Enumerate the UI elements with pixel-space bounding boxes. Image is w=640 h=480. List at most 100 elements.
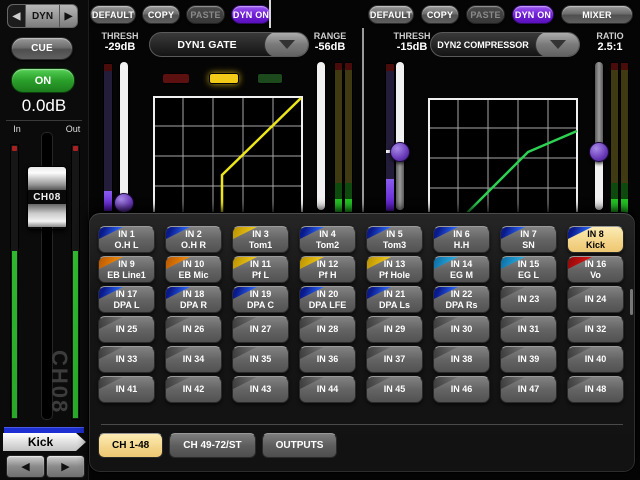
- dyn1-on-button[interactable]: DYN ON: [231, 5, 271, 24]
- dyn2-dropdown-button[interactable]: [535, 32, 580, 57]
- dyn2-threshold-knob[interactable]: [390, 142, 410, 162]
- channel-name: DPA Rs: [445, 300, 477, 311]
- selector-next-icon[interactable]: ▶: [59, 5, 77, 27]
- channel-button-11[interactable]: IN 11Pf L: [232, 256, 289, 283]
- scrollbar[interactable]: [630, 289, 633, 315]
- prev-channel-button[interactable]: ◀: [6, 455, 45, 478]
- channel-button-47[interactable]: IN 47: [500, 376, 557, 403]
- cue-button[interactable]: CUE: [11, 37, 73, 60]
- channel-button-33[interactable]: IN 33: [98, 346, 155, 373]
- channel-grid: IN 1O.H L IN 2O.H R IN 3Tom1 IN 4Tom2 IN 5To…: [98, 226, 624, 403]
- channel-button-2[interactable]: IN 2O.H R: [165, 226, 222, 253]
- dyn1-dropdown-button[interactable]: [264, 32, 309, 57]
- channel-button-28[interactable]: IN 28: [299, 316, 356, 343]
- channel-button-32[interactable]: IN 32: [567, 316, 624, 343]
- dyn2-ratio-readout: RATIO 2.5:1: [586, 31, 634, 53]
- dyn1-threshold-knob[interactable]: [114, 193, 134, 213]
- selector-prev-icon[interactable]: ◀: [8, 5, 26, 27]
- fader-gain-value: 0.0dB: [0, 96, 88, 116]
- channel-fader[interactable]: CH08: [27, 166, 67, 230]
- meter-in-label: In: [7, 124, 27, 134]
- channel-button-22[interactable]: IN 22DPA Rs: [433, 286, 490, 313]
- channel-button-4[interactable]: IN 4Tom2: [299, 226, 356, 253]
- channel-button-6[interactable]: IN 6H.H: [433, 226, 490, 253]
- dyn1-range-slider[interactable]: [317, 62, 325, 210]
- channel-name: O.H L: [115, 240, 139, 251]
- dyn2-paste-button[interactable]: PASTE: [466, 5, 505, 24]
- channel-name-tag[interactable]: Kick: [3, 433, 86, 451]
- channel-button-17[interactable]: IN 17DPA L: [98, 286, 155, 313]
- channel-button-40[interactable]: IN 40: [567, 346, 624, 373]
- channel-button-10[interactable]: IN 10EB Mic: [165, 256, 222, 283]
- channel-name: Vo: [590, 270, 601, 281]
- dyn2-copy-button[interactable]: COPY: [421, 5, 459, 24]
- channel-id: IN 31: [518, 324, 540, 335]
- dyn2-ratio-knob[interactable]: [589, 142, 609, 162]
- channel-button-29[interactable]: IN 29: [366, 316, 423, 343]
- divider: [101, 424, 623, 425]
- channel-button-21[interactable]: IN 21DPA Ls: [366, 286, 423, 313]
- channel-id: IN 17: [116, 289, 138, 300]
- channel-button-30[interactable]: IN 30: [433, 316, 490, 343]
- channel-button-26[interactable]: IN 26: [165, 316, 222, 343]
- dyn2-default-button[interactable]: DEFAULT: [368, 5, 414, 24]
- channel-button-27[interactable]: IN 27: [232, 316, 289, 343]
- tab-ch-49-72-st[interactable]: CH 49-72/ST: [169, 433, 255, 458]
- mixer-button[interactable]: MIXER: [561, 5, 633, 24]
- channel-button-1[interactable]: IN 1O.H L: [98, 226, 155, 253]
- channel-button-36[interactable]: IN 36: [299, 346, 356, 373]
- channel-button-12[interactable]: IN 12Pf H: [299, 256, 356, 283]
- channel-button-37[interactable]: IN 37: [366, 346, 423, 373]
- channel-button-45[interactable]: IN 45: [366, 376, 423, 403]
- dyn2-type-dropdown[interactable]: DYN2 COMPRESSOR: [430, 32, 580, 57]
- channel-button-20[interactable]: IN 20DPA LFE: [299, 286, 356, 313]
- channel-button-14[interactable]: IN 14EG M: [433, 256, 490, 283]
- channel-button-38[interactable]: IN 38: [433, 346, 490, 373]
- channel-button-42[interactable]: IN 42: [165, 376, 222, 403]
- channel-button-34[interactable]: IN 34: [165, 346, 222, 373]
- channel-button-5[interactable]: IN 5Tom3: [366, 226, 423, 253]
- channel-button-16[interactable]: IN 16Vo: [567, 256, 624, 283]
- dyn2-threshold-slider[interactable]: [396, 62, 404, 210]
- channel-button-35[interactable]: IN 35: [232, 346, 289, 373]
- channel-button-41[interactable]: IN 41: [98, 376, 155, 403]
- channel-button-9[interactable]: IN 9EB Line1: [98, 256, 155, 283]
- chevron-down-icon: [550, 40, 566, 49]
- tab-outputs[interactable]: OUTPUTS: [262, 433, 338, 458]
- tab-ch-1-48[interactable]: CH 1-48: [98, 433, 163, 458]
- next-channel-button[interactable]: ▶: [46, 455, 85, 478]
- channel-button-13[interactable]: IN 13Pf Hole: [366, 256, 423, 283]
- channel-button-15[interactable]: IN 15EG L: [500, 256, 557, 283]
- dyn1-threshold-readout: THRESH -29dB: [94, 31, 146, 53]
- channel-button-43[interactable]: IN 43: [232, 376, 289, 403]
- channel-button-3[interactable]: IN 3Tom1: [232, 226, 289, 253]
- channel-button-46[interactable]: IN 46: [433, 376, 490, 403]
- dyn1-type-label: DYN1 GATE: [150, 39, 264, 51]
- dyn1-default-button[interactable]: DEFAULT: [90, 5, 136, 24]
- dyn1-type-dropdown[interactable]: DYN1 GATE: [149, 32, 309, 57]
- fader-cap-label: CH08: [28, 190, 66, 204]
- channel-button-44[interactable]: IN 44: [299, 376, 356, 403]
- gate-closed-led: [162, 73, 190, 84]
- channel-button-19[interactable]: IN 19DPA C: [232, 286, 289, 313]
- topbar-divider: [269, 0, 271, 28]
- channel-button-24[interactable]: IN 24: [567, 286, 624, 313]
- dyn2-on-button[interactable]: DYN ON: [512, 5, 554, 24]
- channel-button-7[interactable]: IN 7SN: [500, 226, 557, 253]
- processor-selector[interactable]: ◀ DYN ▶: [7, 4, 78, 28]
- channel-button-39[interactable]: IN 39: [500, 346, 557, 373]
- meter-out-label: Out: [62, 124, 84, 134]
- channel-button-8[interactable]: IN 8Kick: [567, 226, 624, 253]
- channel-button-18[interactable]: IN 18DPA R: [165, 286, 222, 313]
- channel-id: IN 25: [116, 324, 138, 335]
- channel-button-25[interactable]: IN 25: [98, 316, 155, 343]
- dyn1-paste-button[interactable]: PASTE: [186, 5, 225, 24]
- dyn1-copy-button[interactable]: COPY: [142, 5, 180, 24]
- channel-id: IN 43: [250, 384, 272, 395]
- channel-button-31[interactable]: IN 31: [500, 316, 557, 343]
- channel-button-23[interactable]: IN 23: [500, 286, 557, 313]
- channel-button-48[interactable]: IN 48: [567, 376, 624, 403]
- on-button[interactable]: ON: [11, 68, 75, 93]
- dyn1-threshold-slider[interactable]: [120, 62, 128, 210]
- dyn2-ratio-slider[interactable]: [595, 62, 603, 210]
